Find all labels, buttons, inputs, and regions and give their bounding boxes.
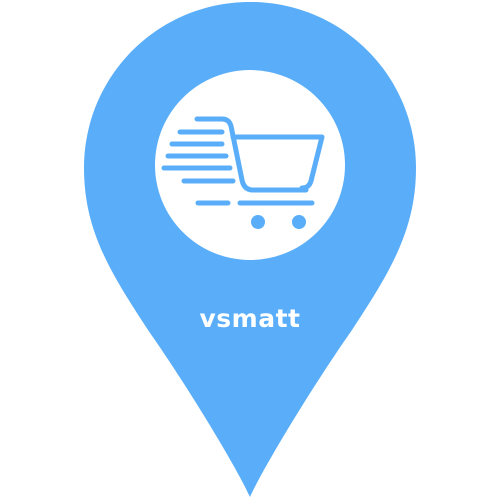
logo: vsmatt — [0, 0, 500, 500]
map-pin-icon — [84, 2, 416, 497]
cart-wheel — [292, 215, 306, 229]
brand-name: vsmatt — [199, 304, 301, 333]
cart-wheel — [251, 215, 265, 229]
